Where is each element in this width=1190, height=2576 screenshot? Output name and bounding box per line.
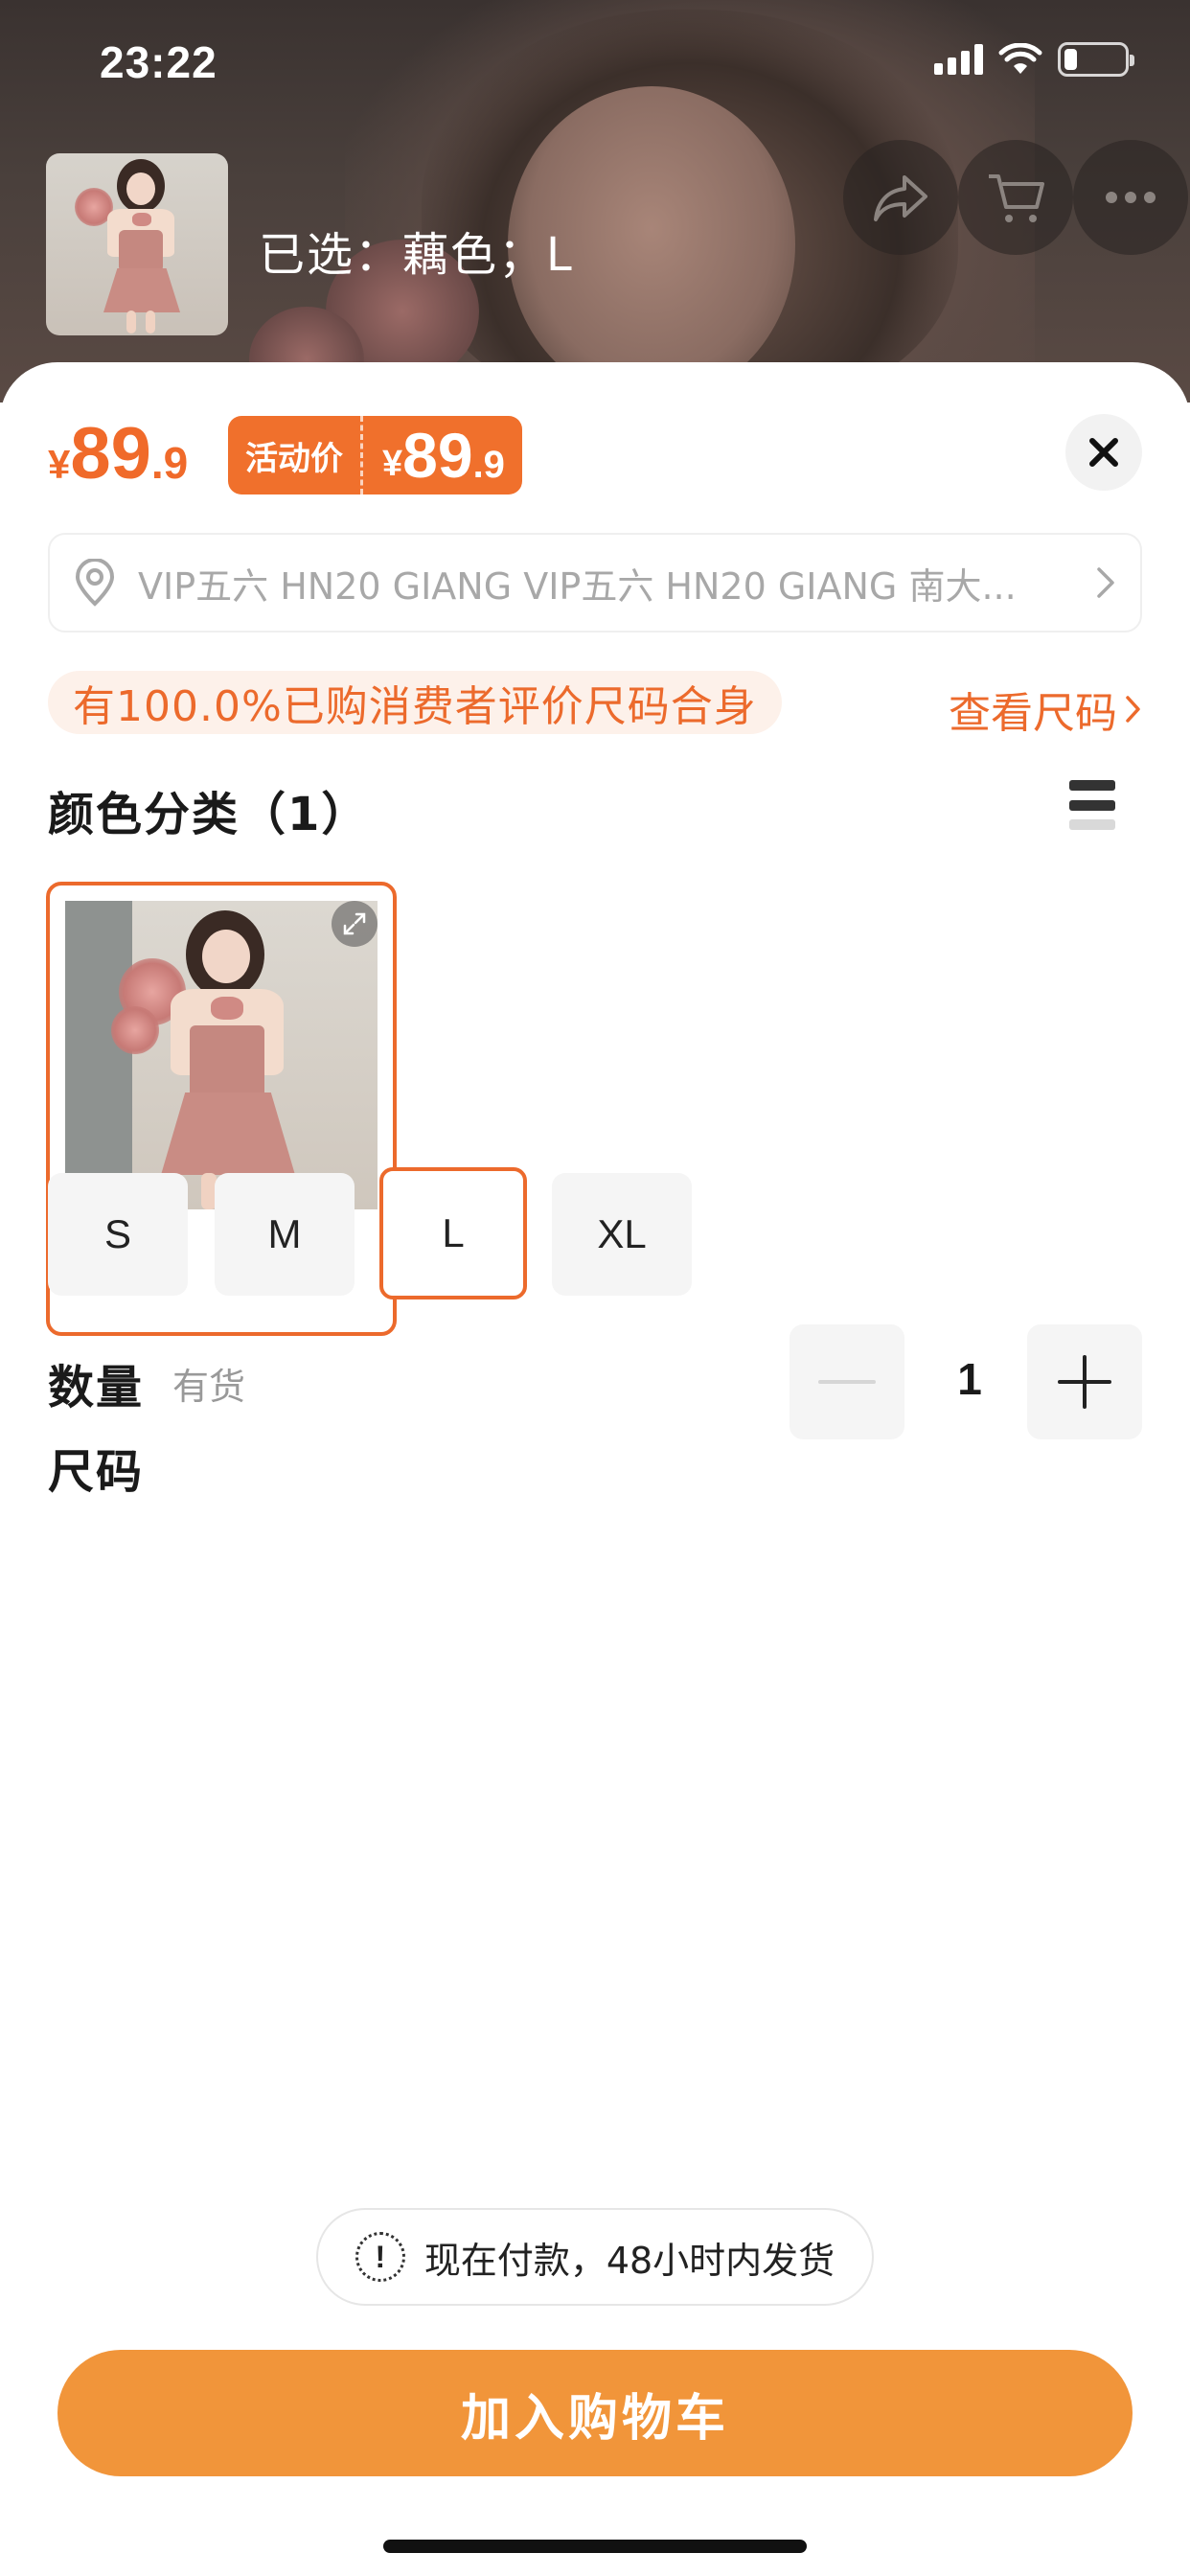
home-indicator — [383, 2540, 807, 2553]
plus-icon — [1058, 1355, 1111, 1409]
fit-rating-badge: 有100.0%已购消费者评价尺码合身 — [48, 671, 782, 734]
cart-icon — [989, 174, 1044, 222]
promo-tag: 活动价 — [228, 416, 363, 494]
product-thumbnail[interactable] — [46, 153, 228, 335]
add-to-cart-button[interactable]: 加入购物车 — [57, 2350, 1133, 2476]
promo-price-badge: 活动价 ¥89.9 — [228, 416, 522, 494]
price: ¥89.9 — [48, 412, 188, 495]
price-decimal: .9 — [150, 438, 189, 488]
address-selector[interactable]: VIP五六 HN20 GIANG VIP五六 HN20 GIANG 南大... — [48, 533, 1142, 632]
size-chart-link[interactable]: 查看尺码 — [949, 678, 1142, 740]
size-chart-label: 查看尺码 — [949, 689, 1117, 738]
battery-icon — [1058, 42, 1134, 77]
list-view-icon[interactable] — [1069, 780, 1115, 830]
shipping-notice: ! 现在付款，48小时内发货 — [316, 2208, 874, 2306]
close-button[interactable] — [1065, 414, 1142, 491]
address-text: VIP五六 HN20 GIANG VIP五六 HN20 GIANG 南大... — [138, 564, 1017, 608]
promo-decimal: .9 — [472, 444, 505, 486]
share-button[interactable] — [843, 140, 958, 255]
color-section-title: 颜色分类（1） — [48, 788, 370, 841]
expand-icon[interactable] — [332, 901, 378, 947]
size-option-m[interactable]: M — [215, 1173, 355, 1296]
selected-variant-label: 已选：藕色；L — [259, 228, 574, 282]
cart-button[interactable] — [958, 140, 1073, 255]
size-section-title: 尺码 — [48, 1445, 145, 1499]
more-icon — [1106, 192, 1156, 203]
promo-integer: 89 — [402, 420, 473, 491]
promo-currency: ¥ — [382, 443, 403, 484]
more-button[interactable] — [1073, 140, 1188, 255]
quantity-label: 数量 — [48, 1361, 145, 1414]
chevron-right-icon — [1126, 696, 1140, 723]
minus-icon — [818, 1380, 876, 1384]
warning-icon: ! — [355, 2232, 405, 2282]
size-option-s[interactable]: S — [48, 1173, 188, 1296]
stock-status: 有货 — [172, 1366, 246, 1408]
size-option-xl[interactable]: XL — [552, 1173, 692, 1296]
wifi-icon — [998, 43, 1042, 74]
share-icon — [874, 175, 927, 221]
quantity-value[interactable]: 1 — [941, 1353, 998, 1405]
signal-icon — [934, 44, 983, 75]
size-option-l[interactable]: L — [379, 1167, 527, 1300]
currency-symbol: ¥ — [48, 442, 71, 487]
quantity-decrease-button[interactable] — [790, 1324, 904, 1439]
chevron-right-icon — [1097, 567, 1114, 598]
close-icon — [1089, 438, 1118, 467]
status-icons — [934, 42, 1134, 77]
location-icon — [75, 559, 115, 607]
color-option-image — [65, 901, 378, 1209]
quantity-increase-button[interactable] — [1027, 1324, 1142, 1439]
shipping-notice-text: 现在付款，48小时内发货 — [423, 2239, 835, 2282]
price-integer: 89 — [70, 413, 151, 494]
status-time: 23:22 — [100, 37, 217, 87]
sku-sheet: ¥89.9 活动价 ¥89.9 VIP五六 HN20 GIANG VIP五六 H… — [0, 362, 1190, 2576]
